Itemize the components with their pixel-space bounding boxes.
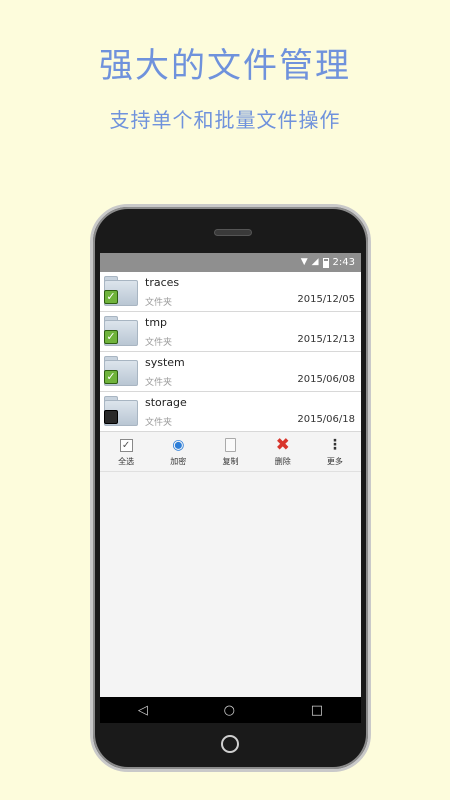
encrypt-label: 加密 <box>170 457 187 466</box>
copy-button[interactable]: 复制 <box>204 432 256 471</box>
promo-headline: 强大的文件管理 <box>99 46 351 86</box>
phone-screen: ▼ ◢ 2:43 ✓ traces 文件夹 2015/12/05 ✓ tmp 文… <box>100 253 361 697</box>
row-checkbox[interactable]: ✓ <box>104 290 118 304</box>
file-date: 2015/06/08 <box>297 374 355 385</box>
row-checkbox[interactable]: ✓ <box>104 370 118 384</box>
file-name: traces <box>145 276 180 289</box>
battery-icon <box>322 257 329 268</box>
action-toolbar: ✓ 全选 ◉ 加密 复制 ✖ 删除 ⋮ 更多 <box>100 432 361 472</box>
file-row-storage[interactable]: ✓ storage 文件夹 2015/06/18 <box>100 392 361 432</box>
file-list: ✓ traces 文件夹 2015/12/05 ✓ tmp 文件夹 2015/1… <box>100 272 361 432</box>
file-name: storage <box>145 396 187 409</box>
delete-x-icon: ✖ <box>275 435 290 455</box>
signal-icon: ◢ <box>311 257 319 267</box>
checkbox-icon: ✓ <box>119 438 133 452</box>
phone-frame: ▼ ◢ 2:43 ✓ traces 文件夹 2015/12/05 ✓ tmp 文… <box>90 204 371 772</box>
home-icon[interactable]: ○ <box>224 704 235 717</box>
file-row-system[interactable]: ✓ system 文件夹 2015/06/08 <box>100 352 361 392</box>
file-row-tmp[interactable]: ✓ tmp 文件夹 2015/12/13 <box>100 312 361 352</box>
file-name: system <box>145 356 185 369</box>
wifi-icon: ▼ <box>300 257 308 267</box>
more-label: 更多 <box>326 457 343 466</box>
file-row-traces[interactable]: ✓ traces 文件夹 2015/12/05 <box>100 272 361 312</box>
more-button[interactable]: ⋮ 更多 <box>309 432 361 471</box>
delete-button[interactable]: ✖ 删除 <box>257 432 309 471</box>
file-type: 文件夹 <box>145 418 173 428</box>
file-name: tmp <box>145 316 168 329</box>
file-date: 2015/12/13 <box>297 334 355 345</box>
row-checkbox[interactable]: ✓ <box>104 410 118 424</box>
copy-label: 复制 <box>222 457 239 466</box>
select-all-label: 全选 <box>118 457 135 466</box>
file-type: 文件夹 <box>145 338 173 348</box>
file-date: 2015/06/18 <box>297 414 355 425</box>
promo-subline: 支持单个和批量文件操作 <box>109 108 341 132</box>
status-bar: ▼ ◢ 2:43 <box>100 253 361 272</box>
file-type: 文件夹 <box>145 298 173 308</box>
file-type: 文件夹 <box>145 378 173 388</box>
hardware-home-button[interactable] <box>221 735 239 753</box>
delete-label: 删除 <box>274 457 291 466</box>
hidden-eye-icon: ◉ <box>172 437 185 453</box>
row-checkbox[interactable]: ✓ <box>104 330 118 344</box>
android-navbar: ◁ ○ □ <box>100 697 361 723</box>
recents-icon[interactable]: □ <box>311 704 323 717</box>
back-icon[interactable]: ◁ <box>138 704 148 717</box>
status-time: 2:43 <box>332 257 355 268</box>
phone-speaker <box>214 229 252 236</box>
file-date: 2015/12/05 <box>297 294 355 305</box>
more-vert-icon: ⋮ <box>327 437 342 453</box>
document-icon <box>225 438 236 452</box>
encrypt-button[interactable]: ◉ 加密 <box>152 432 204 471</box>
select-all-button[interactable]: ✓ 全选 <box>100 432 152 471</box>
